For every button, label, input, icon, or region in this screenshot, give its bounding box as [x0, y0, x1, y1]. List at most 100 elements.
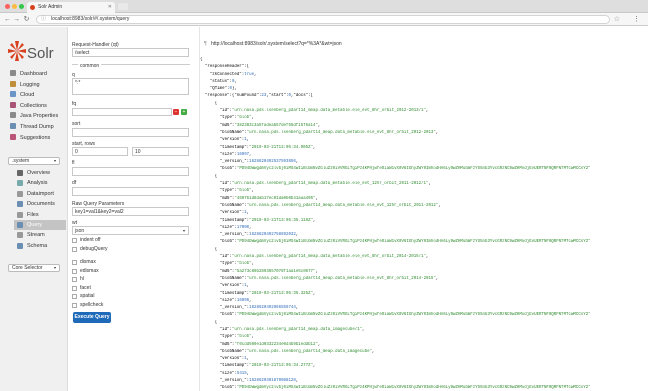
json-line: "timestamp":"2019-03-21T13:05:34.905Z", — [200, 145, 648, 152]
json-token: "version": — [200, 211, 245, 216]
json-token: "QTime": — [200, 87, 230, 92]
checkbox-hl[interactable] — [72, 277, 77, 282]
remove-fq-button[interactable]: − — [173, 109, 179, 115]
browser-tab[interactable]: Solr Admin ✕ — [27, 2, 115, 13]
start-input[interactable]: 0 — [72, 147, 128, 156]
execute-query-button[interactable]: Execute Query — [73, 312, 111, 323]
json-token: "zkConnected": — [200, 72, 245, 77]
json-token: "type": — [200, 262, 237, 267]
collection-item-dataimport[interactable]: Dataimport — [14, 189, 66, 199]
query-form: Request-Handler (qt) /select common q *:… — [70, 27, 196, 391]
request-url-link[interactable]: ¶ http://localhost:8983/solr/.system/sel… — [200, 41, 648, 47]
json-line: "size":5415, — [200, 371, 648, 378]
collection-item-overview[interactable]: Overview — [14, 168, 66, 178]
json-token: "size": — [200, 152, 237, 157]
reload-icon[interactable]: ↻ — [22, 13, 31, 26]
df-input[interactable] — [72, 187, 189, 196]
collection-item-schema[interactable]: Schema — [14, 241, 66, 251]
sidebar-item-java-properties[interactable]: Java Properties — [10, 112, 58, 121]
url-field[interactable]: ⓘ localhost:8983/solr/#/.system/query — [36, 15, 610, 24]
wt-select[interactable]: json ▾ — [72, 226, 189, 235]
json-line: "_version_":1628620492966559744, — [200, 305, 648, 312]
collection-selector[interactable]: .system ▾ — [8, 157, 60, 165]
json-line: "id":"urn.nasa.pds.lsenberg_pdart14_meap… — [200, 181, 648, 188]
dashboard-icon — [10, 70, 16, 76]
fl-input[interactable] — [72, 167, 189, 176]
json-token: , — [295, 233, 299, 238]
core-selector[interactable]: Core Selector ▾ — [8, 264, 60, 272]
checkbox-dismax[interactable] — [72, 260, 77, 265]
json-token: , — [234, 79, 237, 84]
sidebar-item-cloud[interactable]: Cloud — [10, 91, 34, 100]
checkbox-indent-off[interactable] — [72, 238, 77, 243]
schema-icon — [17, 242, 23, 249]
json-token: "size": — [200, 225, 237, 230]
collection-item-query[interactable]: Query — [14, 220, 66, 230]
collection-item-label: Dataimport — [27, 190, 54, 197]
json-token: "blob" — [236, 116, 252, 121]
json-line: "version":1, — [200, 356, 648, 363]
json-line: { — [200, 320, 648, 327]
new-tab-button[interactable] — [118, 3, 128, 10]
sidebar-item-logging[interactable]: Logging — [10, 81, 40, 90]
q-input[interactable]: *:* — [72, 78, 189, 95]
sidebar-item-thread-dump[interactable]: Thread Dump — [10, 123, 54, 132]
bookmark-star-icon[interactable]: ☆ — [614, 13, 620, 26]
collection-item-stream[interactable]: Stream — [14, 230, 66, 240]
json-token: "id": — [200, 182, 232, 187]
json-token: "2019-03-21T13:05:35.325Z" — [249, 291, 314, 296]
checkbox-spellcheck[interactable] — [72, 302, 77, 308]
collection-item-analysis[interactable]: Analysis — [14, 178, 66, 188]
back-arrow-icon[interactable]: ← — [3, 13, 12, 26]
forward-arrow-icon[interactable]: → — [12, 13, 21, 26]
json-token: 5415 — [236, 371, 247, 376]
checkbox-debugQuery[interactable] — [72, 246, 77, 252]
json-token: "blob": — [200, 313, 237, 318]
json-token: "md5": — [200, 123, 235, 128]
checkbox-label: edismax — [80, 267, 99, 274]
collection-item-files[interactable]: Files — [14, 210, 66, 220]
json-line: "md5":"4697b1d8dab17ec01da0b0b41aaa495", — [200, 196, 648, 203]
checkbox-spatial[interactable] — [72, 294, 77, 299]
raw-params-input[interactable]: key1=val1&key2=val2 — [72, 207, 189, 216]
logging-icon — [10, 81, 16, 87]
json-token: "5a273c89b2893657078f1aa1e5c0677" — [234, 269, 316, 274]
documents-icon — [17, 201, 23, 208]
json-line: "type":"blob", — [200, 261, 648, 268]
rows-input[interactable]: 10 — [132, 147, 189, 156]
minimize-window-button[interactable] — [12, 4, 17, 9]
json-token: , — [251, 335, 255, 340]
json-line: "timestamp":"2019-03-21T13:05:35.118Z", — [200, 218, 648, 225]
core-selector-label: Core Selector — [12, 265, 43, 271]
json-line: "id":"urn.nasa.pds.lsenberg_pdart14_meap… — [200, 108, 648, 115]
handler-input[interactable]: /select — [72, 48, 189, 57]
json-token: ,"docs":[ — [290, 94, 314, 99]
fq-input[interactable] — [72, 108, 172, 116]
sidebar-item-suggestions[interactable]: Suggestions — [10, 134, 50, 143]
sidebar-item-label: Dashboard — [20, 71, 47, 77]
sidebar-item-dashboard[interactable]: Dashboard — [10, 70, 47, 79]
checkbox-edismax[interactable] — [72, 268, 77, 274]
checkbox-facet[interactable] — [72, 285, 77, 291]
json-token: "urn.nasa.pds.lsenberg_pdart14_meap.data… — [246, 276, 436, 281]
json-token: 1628620491879088128 — [249, 379, 296, 384]
json-token: , — [315, 269, 318, 274]
json-line: "_version_":1628620492537593856, — [200, 159, 648, 166]
add-fq-button[interactable]: + — [181, 109, 187, 115]
json-token: "type": — [200, 116, 237, 121]
sort-input[interactable] — [72, 128, 189, 137]
link-icon: ¶ — [204, 41, 207, 47]
json-token: "blob" — [236, 189, 252, 194]
json-line: "version":1, — [200, 210, 648, 217]
maximize-window-button[interactable] — [19, 4, 24, 9]
json-token: , — [295, 379, 299, 384]
json-token: "blobName": — [200, 203, 247, 208]
close-tab-icon[interactable]: ✕ — [108, 2, 112, 13]
sidebar-item-collections[interactable]: Collections — [10, 102, 47, 111]
json-token: "type": — [200, 335, 237, 340]
browser-menu-icon[interactable]: ⋮ — [633, 13, 640, 26]
collection-item-documents[interactable]: Documents — [14, 199, 66, 209]
json-token: 17000 — [236, 225, 250, 230]
close-window-button[interactable] — [5, 4, 10, 9]
suggestions-icon — [10, 134, 16, 140]
